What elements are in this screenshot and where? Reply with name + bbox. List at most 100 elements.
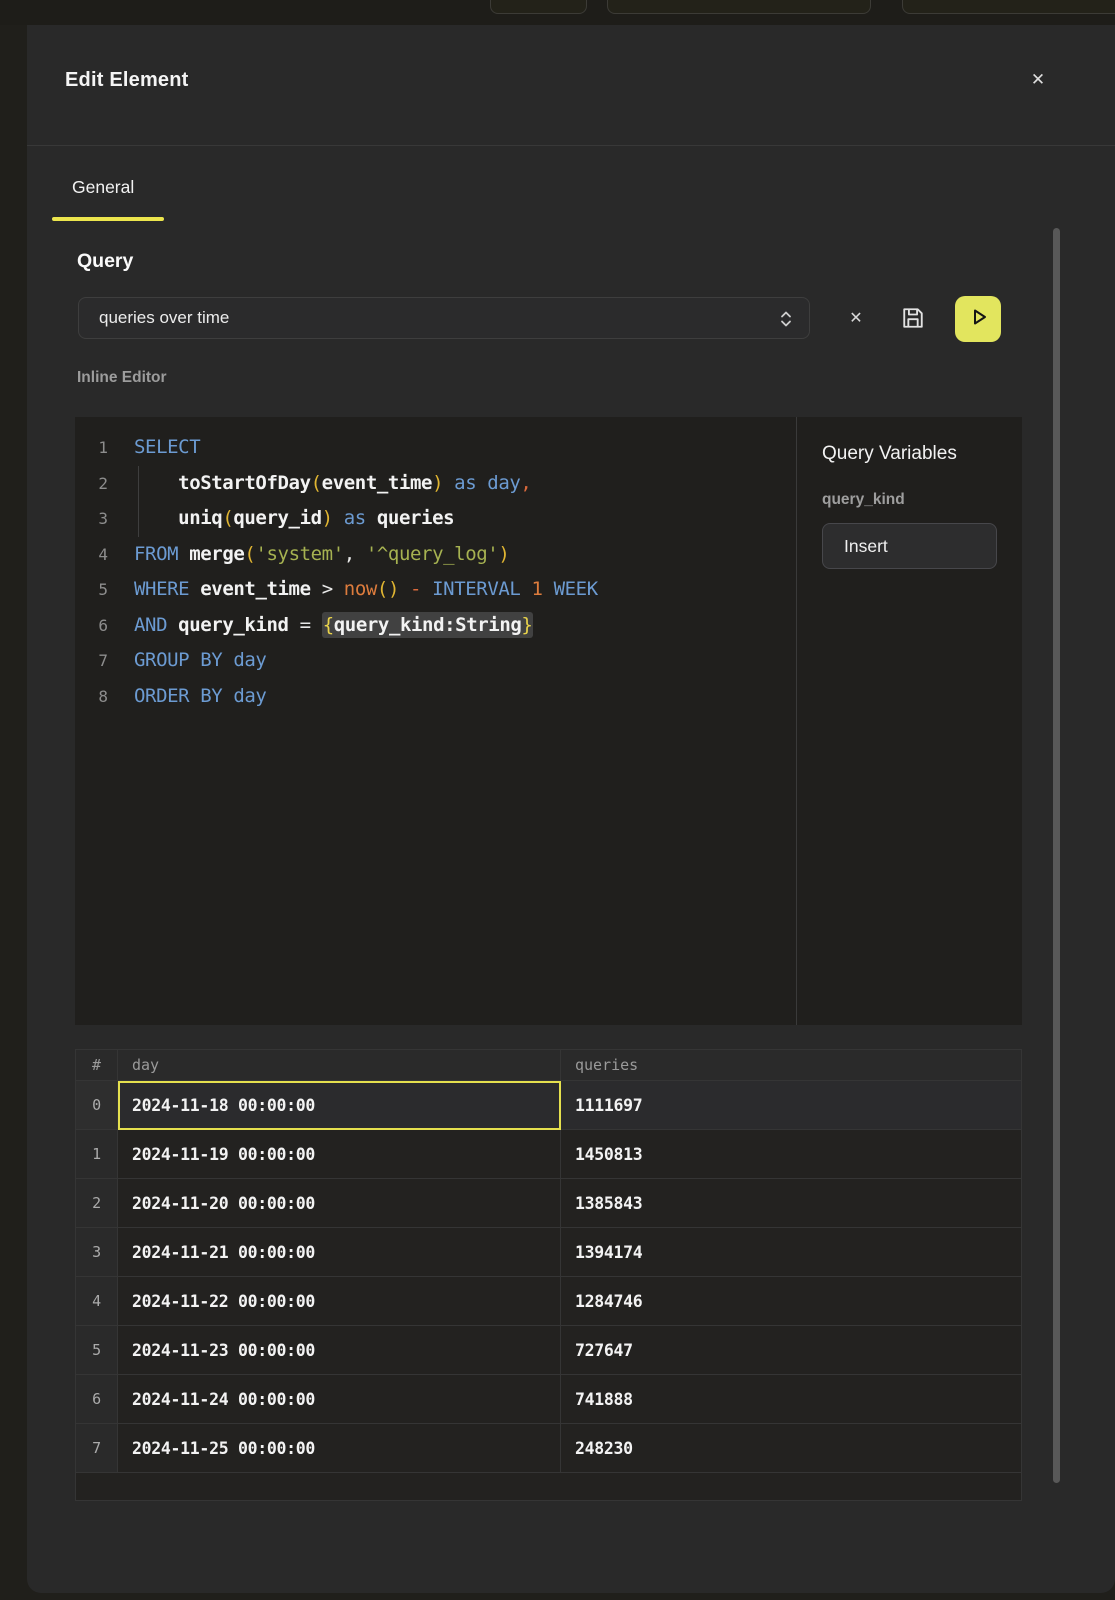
code-token [421,578,432,600]
row-index-cell[interactable]: 5 [76,1326,118,1375]
save-query-button[interactable] [899,304,927,332]
table-row: 12024-11-19 00:00:001450813 [76,1130,1022,1179]
line-content: toStartOfDay(event_time) as day, [120,466,531,502]
background-button [490,0,587,14]
x-icon: ✕ [849,308,862,328]
code-token [443,472,454,494]
table-footer-row [76,1473,1022,1501]
day-cell[interactable]: 2024-11-19 00:00:00 [118,1130,561,1179]
queries-cell[interactable]: 727647 [561,1326,1022,1375]
code-token [399,578,410,600]
day-cell[interactable]: 2024-11-20 00:00:00 [118,1179,561,1228]
inline-editor-label: Inline Editor [77,369,167,387]
line-content: uniq(query_id) as queries [120,501,454,537]
line-number: 2 [75,466,120,502]
code-token: event_time [200,578,310,600]
code-token: 'system' [255,543,343,565]
queries-cell[interactable]: 741888 [561,1375,1022,1424]
code-token: day [487,472,520,494]
code-token: ( [311,472,322,494]
code-token [366,507,377,529]
row-index-cell[interactable]: 3 [76,1228,118,1277]
play-icon [965,304,991,335]
row-index-cell[interactable]: 2 [76,1179,118,1228]
code-line[interactable]: 4FROM merge('system', '^query_log') [75,537,796,573]
row-index-cell[interactable]: 7 [76,1424,118,1473]
tab-general[interactable]: General [72,177,134,198]
modal-scrollbar[interactable] [1053,228,1060,1483]
day-cell[interactable]: 2024-11-21 00:00:00 [118,1228,561,1277]
line-content: GROUP BY day [120,643,266,679]
line-content: FROM merge('system', '^query_log') [120,537,509,573]
row-index-cell[interactable]: 1 [76,1130,118,1179]
code-token [167,614,178,636]
code-line[interactable]: 5WHERE event_time > now() - INTERVAL 1 W… [75,572,796,608]
code-line[interactable]: 8ORDER BY day [75,679,796,715]
code-token: as [454,472,476,494]
code-line[interactable]: 1SELECT [75,430,796,466]
queries-cell[interactable]: 1111697 [561,1081,1022,1130]
column-header-queries: queries [561,1050,1022,1081]
queries-cell[interactable]: 1394174 [561,1228,1022,1277]
queries-cell[interactable]: 1385843 [561,1179,1022,1228]
chevron-up-down-icon [775,307,797,336]
query-section-heading: Query [77,250,133,273]
row-index-cell[interactable]: 4 [76,1277,118,1326]
background-topbar [0,0,1115,25]
code-token [289,614,300,636]
close-icon: ✕ [1031,70,1045,90]
background-button [607,0,871,14]
code-token: 1 [531,578,542,600]
line-number: 3 [75,501,120,537]
query-variables-title: Query Variables [822,443,1022,465]
table-row: 42024-11-22 00:00:001284746 [76,1277,1022,1326]
code-line[interactable]: 3 uniq(query_id) as queries [75,501,796,537]
day-cell[interactable]: 2024-11-22 00:00:00 [118,1277,561,1326]
code-token: query_kind:String [334,614,522,636]
code-line[interactable]: 2 toStartOfDay(event_time) as day, [75,466,796,502]
day-cell[interactable]: 2024-11-18 00:00:00 [118,1081,561,1130]
line-number: 7 [75,643,120,679]
query-variable-placeholder: {query_kind:String} [322,612,534,638]
line-number: 5 [75,572,120,608]
day-cell[interactable]: 2024-11-25 00:00:00 [118,1424,561,1473]
close-button[interactable]: ✕ [1025,67,1051,93]
table-row: 22024-11-20 00:00:001385843 [76,1179,1022,1228]
line-number: 1 [75,430,120,466]
table-header-row: #dayqueries [76,1050,1022,1081]
code-token: now [344,578,377,600]
table-row: 72024-11-25 00:00:00248230 [76,1424,1022,1473]
code-token: query_kind [178,614,288,636]
code-line[interactable]: 7 GROUP BY day [75,643,796,679]
table-row: 02024-11-18 00:00:001111697 [76,1081,1022,1130]
column-header-index: # [76,1050,118,1081]
queries-cell[interactable]: 248230 [561,1424,1022,1473]
code-token [134,507,178,529]
queries-cell[interactable]: 1450813 [561,1130,1022,1179]
line-number: 8 [75,679,120,715]
queries-cell[interactable]: 1284746 [561,1277,1022,1326]
code-token: ) [432,472,443,494]
code-token [476,472,487,494]
code-token: GROUP BY day [134,649,266,671]
line-content: ORDER BY day [120,679,266,715]
day-cell[interactable]: 2024-11-23 00:00:00 [118,1326,561,1375]
clear-query-button[interactable]: ✕ [839,303,873,333]
code-lines: 1SELECT2 toStartOfDay(event_time) as day… [75,430,796,714]
row-index-cell[interactable]: 0 [76,1081,118,1130]
day-cell[interactable]: 2024-11-24 00:00:00 [118,1375,561,1424]
query-select-value: queries over time [99,308,229,328]
run-query-button[interactable] [955,296,1001,342]
code-token: toStartOfDay [178,472,310,494]
indent-guide [138,466,139,537]
code-pane[interactable]: 1SELECT2 toStartOfDay(event_time) as day… [75,417,796,1025]
query-select[interactable]: queries over time [78,297,810,339]
code-token: uniq [178,507,222,529]
code-token [311,578,322,600]
code-line[interactable]: 6AND query_kind = {query_kind:String} [75,608,796,644]
row-index-cell[interactable]: 6 [76,1375,118,1424]
insert-variable-button[interactable]: Insert [822,523,997,569]
table-row: 32024-11-21 00:00:001394174 [76,1228,1022,1277]
code-token: WHERE [134,578,189,600]
table-body: 02024-11-18 00:00:00111169712024-11-19 0… [76,1081,1022,1501]
